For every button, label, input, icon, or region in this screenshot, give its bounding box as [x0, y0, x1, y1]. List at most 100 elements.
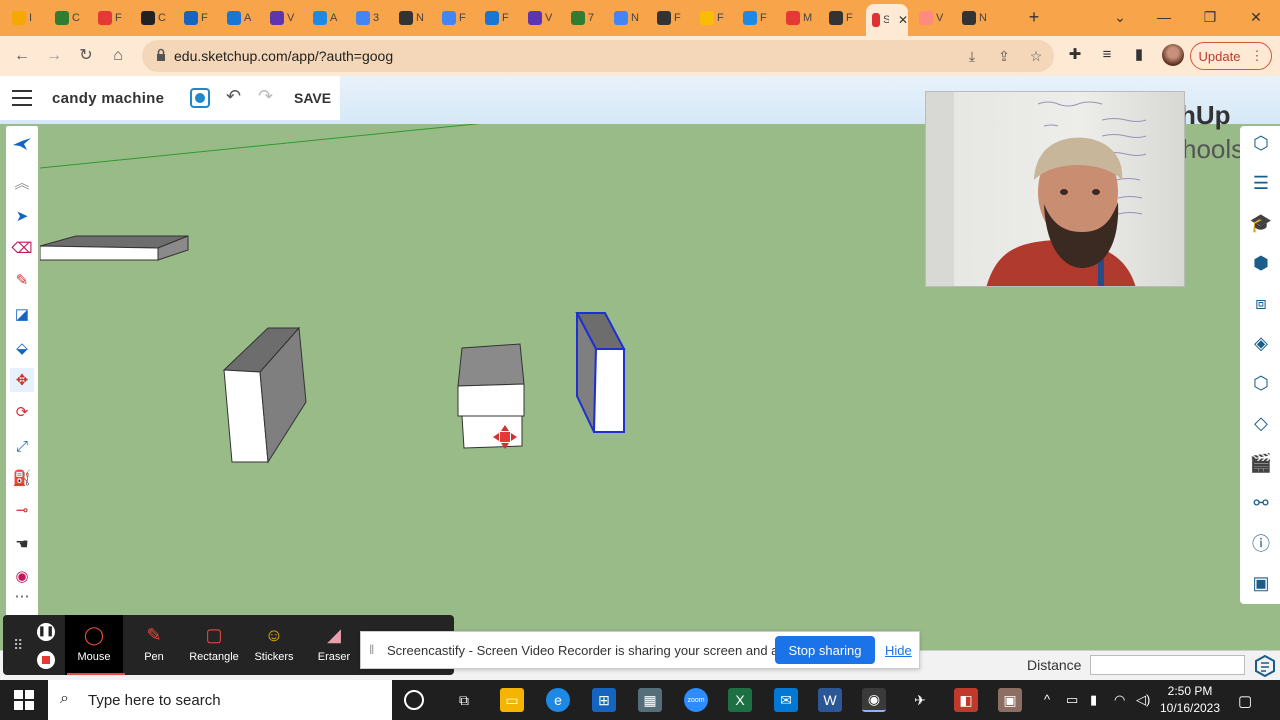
sc-tool-pen[interactable]: ✎ Pen [125, 615, 183, 675]
info-icon[interactable]: ⓘ [1248, 530, 1274, 556]
battery-icon[interactable]: ▭ [1066, 692, 1078, 708]
browser-tab[interactable]: V [913, 6, 953, 30]
back-button[interactable]: ← [10, 44, 34, 68]
browser-tab[interactable]: A [307, 6, 347, 30]
screencastify-app-icon[interactable]: ◧ [954, 688, 978, 712]
stop-sharing-button[interactable]: Stop sharing [775, 636, 875, 664]
forward-button[interactable]: → [42, 44, 66, 68]
side-panel-icon[interactable]: ▮ [1128, 44, 1150, 66]
more-tools-icon[interactable]: ⋯ [10, 584, 34, 608]
tab-active[interactable]: S ✕ [866, 4, 908, 36]
browser-tab[interactable]: F [436, 6, 476, 30]
photo-app-icon[interactable]: ▣ [998, 688, 1022, 712]
collapse-chevron-icon[interactable]: ︽ [10, 170, 34, 194]
address-bar[interactable]: edu.sketchup.com/app/?auth=goog ⤓ ⇪ ☆ [142, 40, 1054, 72]
outlook-icon[interactable]: ✉ [774, 688, 798, 712]
tab-search-chevron-icon[interactable]: ⌄ [1108, 6, 1132, 28]
volume-icon[interactable]: ◁) [1136, 692, 1150, 708]
paint-bucket-icon[interactable]: ⛽ [10, 466, 34, 490]
update-button[interactable]: Update ⋮ [1190, 42, 1272, 70]
model-title[interactable]: candy machine [52, 90, 164, 107]
drag-handle-icon[interactable]: ⠿ [13, 637, 23, 654]
browser-tab[interactable]: V [522, 6, 562, 30]
browser-tab[interactable]: F [823, 6, 863, 30]
reload-button[interactable]: ↻ [74, 44, 98, 68]
install-icon[interactable]: ⤓ [962, 46, 982, 66]
sc-tool-mouse[interactable]: ◯ Mouse [65, 615, 123, 675]
browser-tab[interactable]: F [737, 6, 777, 30]
browser-tab[interactable]: 3 [350, 6, 390, 30]
home-button[interactable]: ⌂ [106, 44, 130, 68]
push-pull-tool-icon[interactable]: ⬙ [10, 336, 34, 360]
scale-tool-icon[interactable]: ⤢ [10, 434, 34, 458]
chrome-icon[interactable]: ◉ [862, 688, 886, 712]
calculator-icon[interactable]: ▦ [638, 688, 662, 712]
redo-icon[interactable]: ↷ [258, 86, 273, 107]
browser-tab[interactable]: C [135, 6, 175, 30]
entity-info-icon[interactable]: ⬡ [1248, 130, 1274, 156]
share-icon[interactable]: ⇪ [994, 46, 1014, 66]
app-icon-dark[interactable]: ✈ [908, 688, 932, 712]
task-view-icon[interactable]: ⧉ [452, 688, 476, 712]
model-info-icon[interactable]: ▣ [1248, 570, 1274, 596]
tape-measure-icon[interactable]: ⊸ [10, 498, 34, 522]
search-warehouse-icon[interactable] [10, 132, 34, 156]
scenes-play-icon[interactable] [190, 88, 210, 108]
display-glasses-icon[interactable]: ⚯ [1248, 490, 1274, 516]
browser-tab[interactable]: N [393, 6, 433, 30]
bookmark-star-icon[interactable]: ☆ [1026, 46, 1046, 66]
browser-tab[interactable]: C [49, 6, 89, 30]
browser-tab[interactable]: V [264, 6, 304, 30]
browser-tab[interactable]: N [956, 6, 996, 30]
word-icon[interactable]: W [818, 688, 842, 712]
media-queue-icon[interactable]: ≡ [1096, 44, 1118, 66]
views-icon[interactable]: ⬡ [1248, 370, 1274, 396]
outliner-icon[interactable]: ☰ [1248, 170, 1274, 196]
pause-recording-icon[interactable]: ❚❚ [37, 623, 55, 641]
windows-start-icon[interactable] [14, 690, 34, 710]
sc-tool-rectangle[interactable]: ▢ Rectangle [185, 615, 243, 675]
components-icon[interactable]: ⬢ [1248, 250, 1274, 276]
browser-tab[interactable]: F [651, 6, 691, 30]
extensions-puzzle-icon[interactable]: ✚ [1064, 44, 1086, 66]
materials-icon[interactable]: ⧈ [1248, 290, 1274, 316]
browser-tab[interactable]: N [608, 6, 648, 30]
rotate-tool-icon[interactable]: ⟳ [10, 400, 34, 424]
store-icon[interactable]: ⊞ [592, 688, 616, 712]
taskbar-search-box[interactable]: ⌕ Type here to search [48, 680, 392, 720]
wifi-icon[interactable]: ◠ [1114, 692, 1125, 708]
eraser-tool-icon[interactable]: ⌫ [10, 236, 34, 260]
hamburger-menu-icon[interactable] [12, 90, 32, 106]
file-explorer-icon[interactable]: ▭ [500, 688, 524, 712]
restore-button[interactable]: ❐ [1198, 6, 1222, 28]
pencil-tool-icon[interactable]: ✎ [10, 268, 34, 292]
browser-tab[interactable]: F [479, 6, 519, 30]
browser-tab[interactable]: F [178, 6, 218, 30]
hide-link[interactable]: Hide [885, 643, 912, 658]
notifications-icon[interactable]: ▢ [1238, 692, 1252, 710]
profile-avatar[interactable] [1162, 44, 1184, 66]
browser-tab[interactable]: 7 [565, 6, 605, 30]
sc-tool-eraser[interactable]: ◢ Eraser [305, 615, 363, 675]
stop-recording-icon[interactable] [37, 651, 55, 669]
browser-tab[interactable]: I [6, 6, 46, 30]
scenes-icon[interactable]: 🎬 [1248, 450, 1274, 476]
close-tab-icon[interactable]: ✕ [898, 13, 908, 27]
minimize-button[interactable]: — [1152, 6, 1176, 28]
zoom-icon[interactable]: zoom [684, 688, 708, 712]
cortana-icon[interactable] [404, 690, 424, 710]
distance-input[interactable] [1090, 655, 1245, 675]
tags-icon[interactable]: ◇ [1248, 410, 1274, 436]
system-clock[interactable]: 2:50 PM 10/16/2023 [1150, 683, 1230, 717]
usb-icon[interactable]: ▮ [1090, 692, 1097, 708]
styles-icon[interactable]: ◈ [1248, 330, 1274, 356]
close-window-button[interactable]: ✕ [1244, 6, 1268, 28]
instructor-icon[interactable]: 🎓 [1248, 210, 1274, 236]
orbit-pan-icon[interactable]: ☚ [10, 532, 34, 556]
excel-icon[interactable]: X [728, 688, 752, 712]
tray-overflow-icon[interactable]: ^ [1044, 692, 1050, 707]
drag-grip-icon[interactable]: ‖ [369, 642, 374, 657]
sc-tool-stickers[interactable]: ☺ Stickers [245, 615, 303, 675]
move-tool-icon[interactable]: ✥ [10, 368, 34, 392]
browser-tab[interactable]: F [694, 6, 734, 30]
